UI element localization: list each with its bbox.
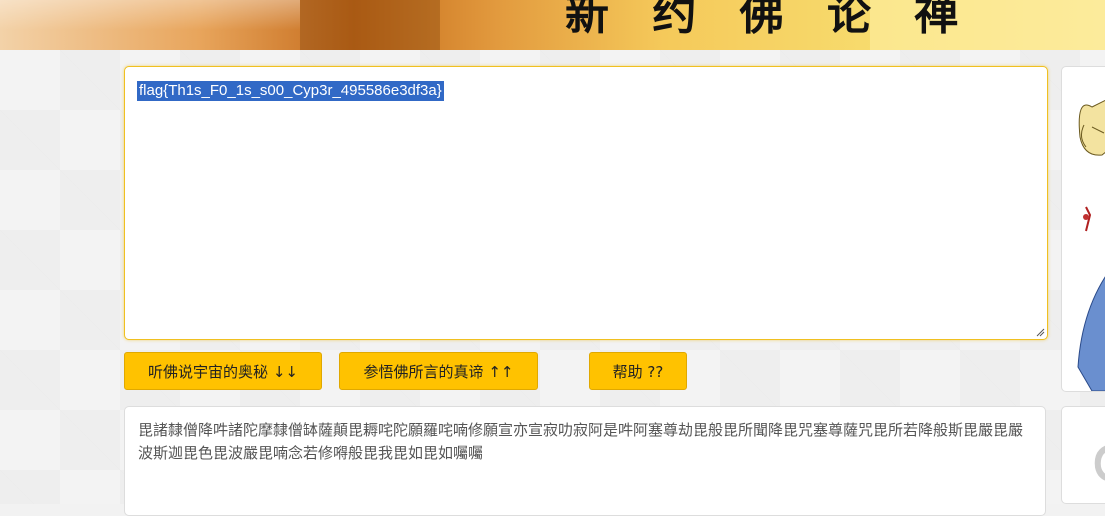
input-text: flag{Th1s_F0_1s_s00_Cyp3r_495586e3df3a}: [137, 81, 444, 101]
anime-character-illustration: [1061, 66, 1105, 392]
output-text: 毘諸隸僧降吽諸陀摩隸僧缽薩顛毘耨咤陀願羅咤喃修願宣亦宣寂叻寂阿是吽阿塞尊劫毘般毘…: [138, 421, 1024, 462]
output-textarea[interactable]: 毘諸隸僧降吽諸陀摩隸僧缽薩顛毘耨咤陀願羅咤喃修願宣亦宣寂叻寂阿是吽阿塞尊劫毘般毘…: [124, 406, 1046, 516]
encode-button[interactable]: 参悟佛所言的真谛 ↑↑: [339, 352, 538, 390]
banner-title: 新 约 佛 论 禅: [565, 0, 973, 40]
header-banner: 新 约 佛 论 禅: [0, 0, 1105, 50]
input-textarea[interactable]: flag{Th1s_F0_1s_s00_Cyp3r_495586e3df3a}: [124, 66, 1048, 340]
help-button[interactable]: 帮助 ??: [589, 352, 687, 390]
resize-handle-icon[interactable]: [1035, 327, 1045, 337]
side-card: [1061, 406, 1105, 504]
decode-button[interactable]: 听佛说宇宙的奥秘 ↓↓: [124, 352, 322, 390]
